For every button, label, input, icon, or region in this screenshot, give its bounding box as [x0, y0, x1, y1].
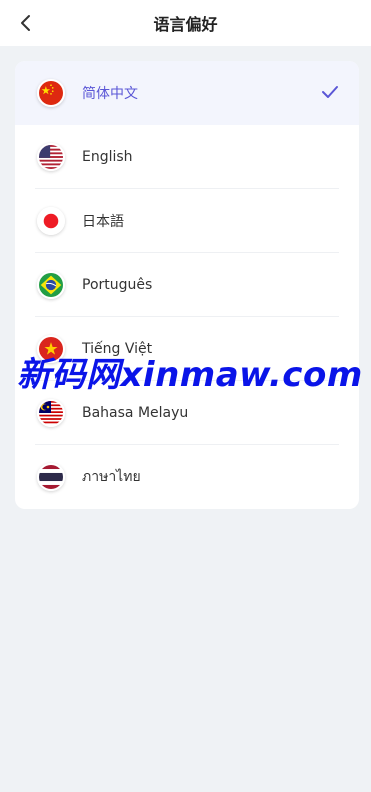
checkmark-icon	[322, 86, 338, 98]
header-bar: 语言偏好	[0, 0, 371, 46]
language-label: Português	[82, 277, 153, 293]
language-list: 简体中文 English 日本語 Português Tiếng Việt Ba…	[15, 61, 359, 509]
china-flag-icon	[37, 79, 65, 107]
language-label: 日本語	[82, 214, 124, 230]
language-item-ja[interactable]: 日本語	[15, 189, 359, 253]
language-label: English	[82, 149, 133, 165]
usa-flag-icon	[37, 143, 65, 171]
malaysia-flag-icon	[37, 399, 65, 427]
language-label: 简体中文	[82, 86, 138, 102]
thailand-flag-icon	[37, 463, 65, 491]
brazil-flag-icon	[37, 271, 65, 299]
language-label: Bahasa Melayu	[82, 405, 189, 421]
language-item-th[interactable]: ภาษาไทย	[15, 445, 359, 509]
japan-flag-icon	[37, 207, 65, 235]
language-item-pt[interactable]: Português	[15, 253, 359, 317]
language-item-en[interactable]: English	[15, 125, 359, 189]
chevron-left-icon	[21, 15, 30, 31]
watermark-text: 新码网xinmaw.com	[17, 355, 363, 395]
back-button[interactable]	[14, 11, 38, 35]
page-title: 语言偏好	[153, 15, 218, 34]
language-label: ภาษาไทย	[82, 469, 141, 485]
language-item-zh[interactable]: 简体中文	[15, 61, 359, 125]
